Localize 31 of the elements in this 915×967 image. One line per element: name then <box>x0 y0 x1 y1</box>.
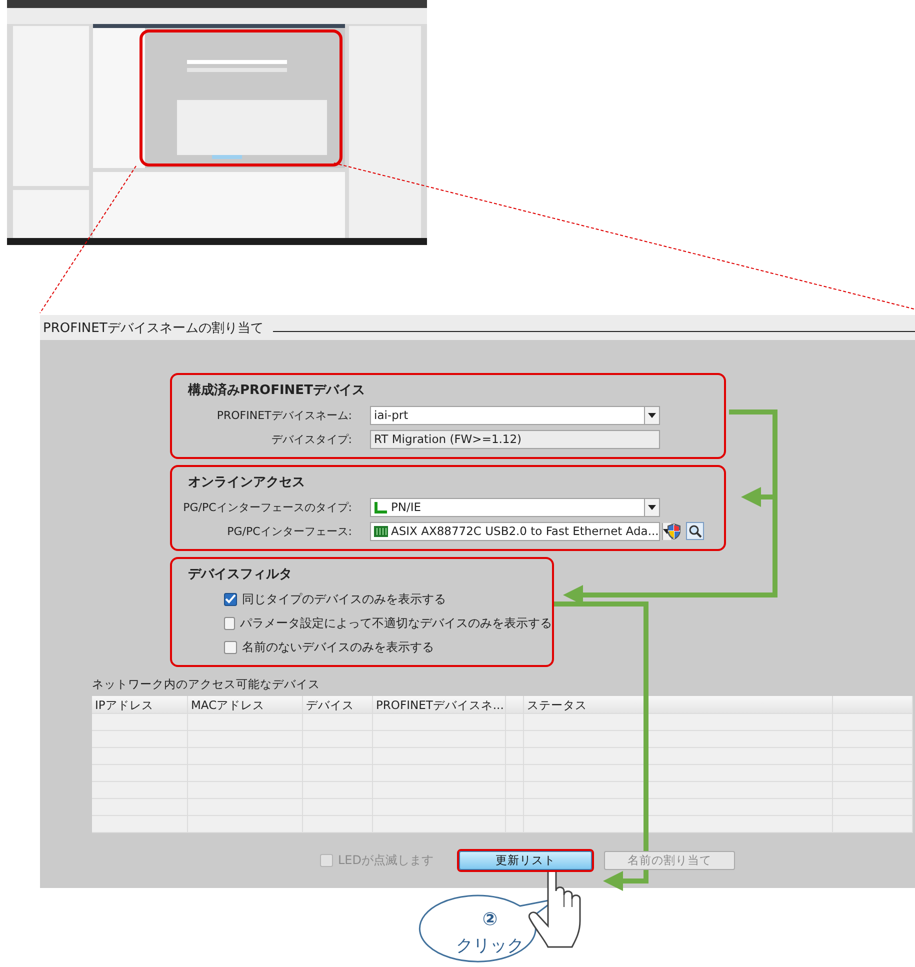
table-caption: ネットワーク内のアクセス可能なデバイス <box>92 677 321 692</box>
field-label: デバイスタイプ: <box>270 432 352 446</box>
checkbox-label: 名前のないデバイスのみを表示する <box>242 638 434 656</box>
column-header: ステータス <box>524 696 833 713</box>
search-button[interactable] <box>686 522 704 540</box>
shield-icon[interactable] <box>666 522 682 540</box>
network-card-icon <box>374 524 388 538</box>
group-heading: オンラインアクセス <box>187 474 306 492</box>
network-icon <box>374 500 388 514</box>
dropdown-field[interactable]: PN/IE <box>370 498 660 516</box>
readonly-field: RT Migration (FW>=1.12) <box>370 430 660 448</box>
field-label: PG/PCインターフェース: <box>226 524 352 538</box>
group-heading: デバイスフィルタ <box>187 566 293 584</box>
checkbox[interactable] <box>224 616 235 630</box>
step-number: ② <box>482 909 498 930</box>
field-label: PROFINETデバイスネーム: <box>216 408 352 422</box>
group-heading: 構成済みPROFINETデバイス <box>186 382 366 400</box>
dropdown-field[interactable]: iai-prt <box>370 406 660 424</box>
field-label: PG/PCインターフェースのタイプ: <box>182 500 352 514</box>
checkbox[interactable] <box>224 592 237 606</box>
column-header: IPアドレス <box>92 696 188 713</box>
column-header: デバイス <box>303 696 373 713</box>
dialog-title: PROFINETデバイスネームの割り当て <box>42 320 264 336</box>
checkbox-label: 同じタイプのデバイスのみを表示する <box>242 590 446 608</box>
checkbox-label: パラメータ設定によって不適切なデバイスのみを表示する <box>240 614 552 632</box>
column-header: PROFINETデバイスネ... <box>373 696 506 713</box>
callout-text: クリック <box>456 936 524 956</box>
refresh-button[interactable]: 更新リスト <box>459 851 592 870</box>
column-header: MACアドレス <box>188 696 303 713</box>
checkbox-label: LEDが点滅します <box>338 852 434 869</box>
checkbox[interactable] <box>224 640 237 654</box>
